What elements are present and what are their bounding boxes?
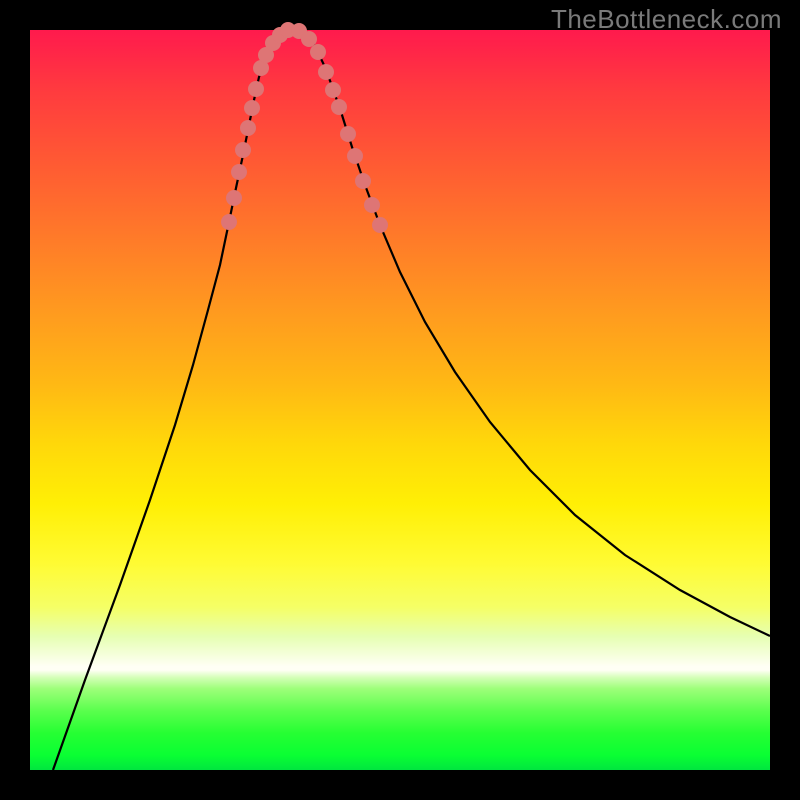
data-dot [340,126,356,142]
data-dot [231,164,247,180]
watermark-text: TheBottleneck.com [551,4,782,35]
curve-dots [221,22,388,233]
data-dot [318,64,334,80]
bottleneck-curve [53,30,770,770]
data-dot [226,190,242,206]
data-dot [235,142,251,158]
data-dot [364,197,380,213]
data-dot [372,217,388,233]
data-dot [240,120,256,136]
chart-frame: TheBottleneck.com [0,0,800,800]
data-dot [244,100,260,116]
curve-layer [30,30,770,770]
plot-area [30,30,770,770]
data-dot [355,173,371,189]
data-dot [325,82,341,98]
data-dot [248,81,264,97]
data-dot [301,31,317,47]
data-dot [310,44,326,60]
data-dot [221,214,237,230]
data-dot [347,148,363,164]
data-dot [331,99,347,115]
